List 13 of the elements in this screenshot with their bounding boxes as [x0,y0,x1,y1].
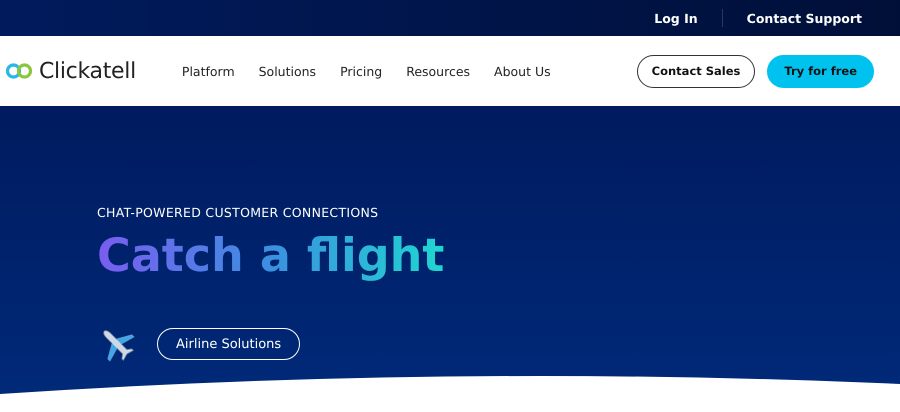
hero-kicker: CHAT-POWERED CUSTOMER CONNECTIONS [97,205,378,220]
nav-link[interactable]: Resources [406,64,470,78]
nav-link[interactable]: Platform [182,64,235,78]
nav-link[interactable]: Solutions [258,64,316,78]
logo-icon [5,62,33,80]
contact-sales-button[interactable]: Contact Sales [636,54,756,88]
nav-link[interactable]: Pricing [340,64,382,78]
login-link[interactable]: Log In [642,10,710,26]
try-free-button[interactable]: Try for free [767,54,874,88]
nav-link[interactable]: About Us [494,64,551,78]
support-link[interactable]: Contact Support [734,10,874,26]
logo-text: Clickatell [39,58,136,84]
airline-solutions-button[interactable]: Airline Solutions [157,328,300,360]
